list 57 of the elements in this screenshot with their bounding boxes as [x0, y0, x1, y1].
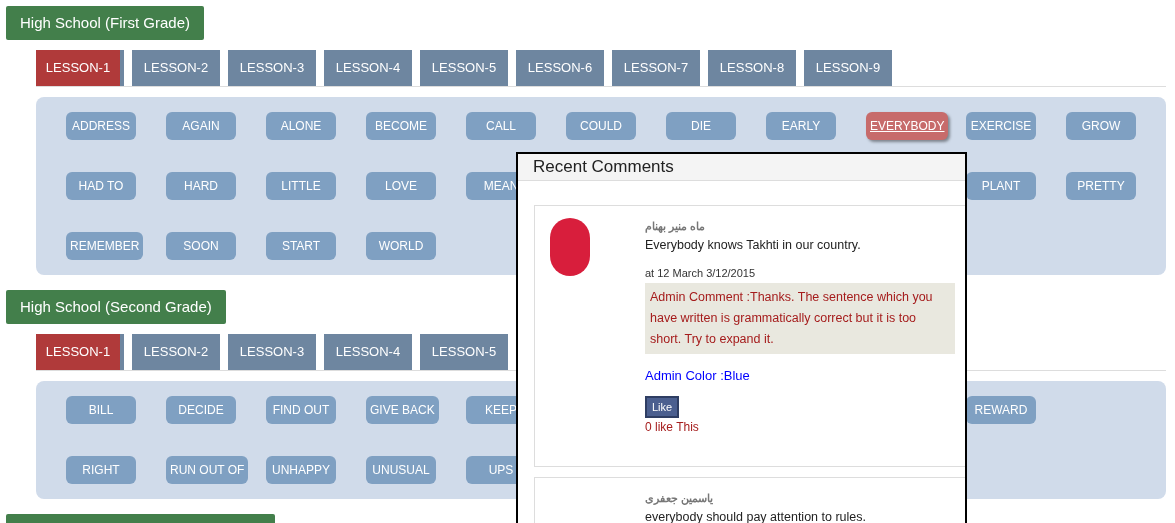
word-button[interactable]: PRETTY	[1066, 172, 1136, 200]
lesson-tab[interactable]: LESSON-8	[708, 50, 796, 86]
word-button[interactable]: WORLD	[366, 232, 436, 260]
admin-comment: Admin Comment :Thanks. The sentence which you have written is grammatically correct but it is too short. Try to expand it.	[645, 283, 955, 355]
word-button[interactable]: PLANT	[966, 172, 1036, 200]
lesson-tab[interactable]: LESSON-1	[36, 50, 124, 86]
word-button[interactable]: GROW	[1066, 112, 1136, 140]
like-count: 0 like This	[645, 418, 700, 436]
comment-text: Everybody knows Takhti in our country.	[645, 237, 862, 254]
word-button[interactable]: CALL	[466, 112, 536, 140]
word-button[interactable]: HAD TO	[66, 172, 136, 200]
admin-color: Admin Color :Blue	[645, 367, 751, 386]
lesson-tab[interactable]: LESSON-5	[420, 334, 508, 370]
author-name: یاسمین جعفری	[645, 490, 714, 507]
word-button[interactable]: UNHAPPY	[266, 456, 336, 484]
word-button[interactable]: GIVE BACK	[366, 396, 439, 424]
word-button[interactable]: BECOME	[366, 112, 436, 140]
word-button[interactable]: BILL	[66, 396, 136, 424]
lesson-tab[interactable]: LESSON-9	[804, 50, 892, 86]
word-button[interactable]: DIE	[666, 112, 736, 140]
author-name: ماه منیر بهنام	[645, 218, 706, 234]
avatar	[550, 217, 590, 276]
lesson-tab[interactable]: LESSON-6	[516, 50, 604, 86]
word-button[interactable]: REMEMBER	[66, 232, 144, 260]
section-header[interactable]: High School (First Grade)	[6, 6, 205, 40]
word-button[interactable]: HARD	[166, 172, 236, 200]
section-header[interactable]: High School (Second Grade)	[6, 290, 226, 324]
like-button[interactable]: Like	[645, 395, 680, 418]
word-button[interactable]: EARLY	[766, 112, 836, 140]
lesson-tab[interactable]: LESSON-3	[228, 50, 316, 86]
word-button[interactable]: RIGHT	[66, 456, 136, 484]
word-button[interactable]: ALONE	[266, 112, 336, 140]
lesson-tab[interactable]: LESSON-5	[420, 50, 508, 86]
lesson-tab[interactable]: LESSON-4	[324, 50, 412, 86]
word-button[interactable]: START	[266, 232, 336, 260]
word-button[interactable]: DECIDE	[166, 396, 236, 424]
word-button[interactable]: SOON	[166, 232, 236, 260]
word-button[interactable]: RUN OUT OF	[166, 456, 249, 484]
word-button[interactable]: ADDRESS	[66, 112, 136, 140]
word-button[interactable]: REWARD	[966, 396, 1036, 424]
word-button[interactable]: EXERCISE	[966, 112, 1036, 140]
word-button[interactable]: EVERYBODY	[866, 112, 949, 140]
word-button[interactable]: LOVE	[366, 172, 436, 200]
lesson-tab[interactable]: LESSON-3	[228, 334, 316, 370]
word-button[interactable]: COULD	[566, 112, 636, 140]
word-button[interactable]: LITTLE	[266, 172, 336, 200]
popup-title: Recent Comments	[533, 156, 674, 178]
lesson-tab[interactable]: LESSON-2	[132, 334, 220, 370]
comment-text: everybody should pay attention to rules.	[645, 509, 867, 523]
comment-date: at 12 March 3/12/2015	[645, 265, 757, 281]
lesson-tab[interactable]: LESSON-2	[132, 50, 220, 86]
lesson-tab[interactable]: LESSON-1	[36, 334, 124, 370]
word-button[interactable]: AGAIN	[166, 112, 236, 140]
word-button[interactable]: FIND OUT	[266, 396, 336, 424]
word-button[interactable]: UNUSUAL	[366, 456, 436, 484]
lesson-tab[interactable]: LESSON-4	[324, 334, 412, 370]
lesson-tab[interactable]: LESSON-7	[612, 50, 700, 86]
